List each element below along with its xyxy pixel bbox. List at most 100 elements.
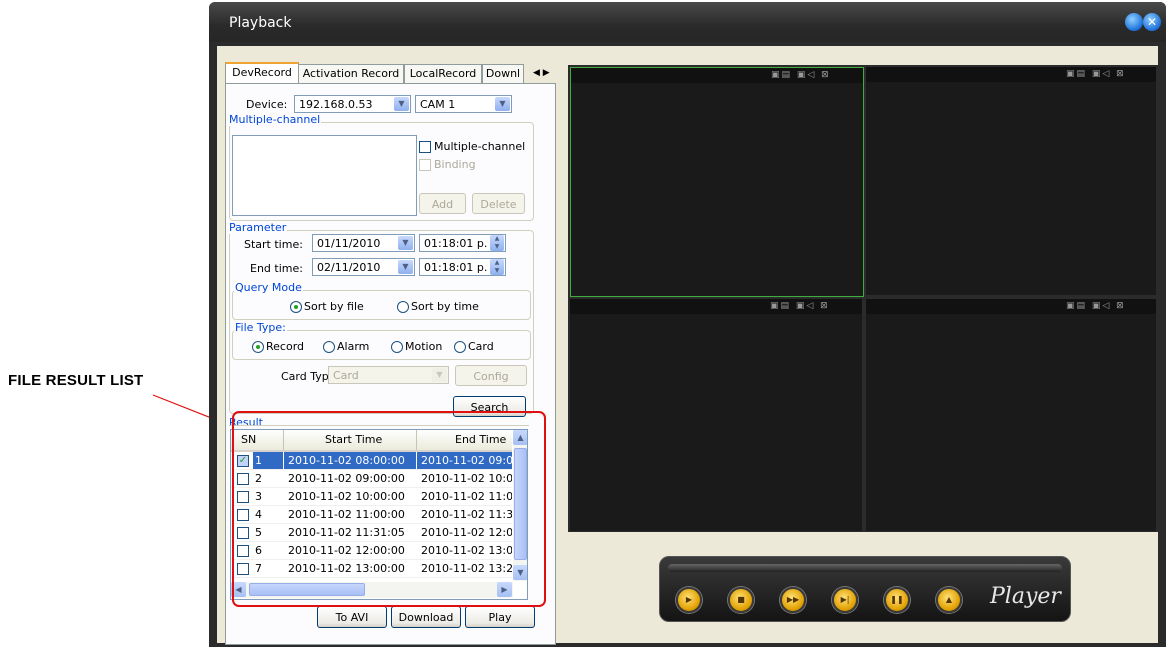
spinner-icon[interactable]: ▲ ▼ xyxy=(490,235,504,251)
result-header: SN Start Time End Time xyxy=(231,430,512,452)
row-checkbox[interactable] xyxy=(237,527,249,539)
video-pane-1[interactable]: ▣▤ ▣◁ ⊠ xyxy=(570,67,864,297)
close-icon[interactable]: ✕ xyxy=(1143,13,1161,31)
start-time-value: 01:18:01 p. xyxy=(424,237,488,250)
multichannel-checkbox[interactable] xyxy=(419,141,431,153)
card-type-value: Card xyxy=(333,369,359,382)
binding-checkbox[interactable] xyxy=(419,159,431,171)
table-row[interactable]: 6 2010-11-02 12:00:00 2010-11-02 13:0( xyxy=(231,542,512,560)
row-sn: 4 xyxy=(255,508,262,521)
fast-forward-icon[interactable]: ▶▶ xyxy=(780,587,806,613)
sort-by-file-radio[interactable] xyxy=(290,301,302,313)
horizontal-scroll-thumb[interactable] xyxy=(249,583,365,596)
download-button[interactable]: Download xyxy=(391,606,461,628)
device-label: Device: xyxy=(246,98,288,111)
parameter-group-label: Parameter xyxy=(228,221,288,234)
video-pane-3[interactable]: ▣▤ ▣◁ ⊠ xyxy=(570,299,862,531)
seek-bar[interactable] xyxy=(668,564,1062,572)
sort-by-file-label: Sort by file xyxy=(304,300,364,313)
column-header-end-time[interactable]: End Time xyxy=(455,433,506,446)
video-grid: ▣▤ ▣◁ ⊠ ▣▤ ▣◁ ⊠ ▣▤ ▣◁ ⊠ ▣▤ ▣◁ ⊠ xyxy=(568,65,1158,532)
tab-scroll-arrows[interactable]: ◀ ▶ xyxy=(533,64,553,82)
row-checkbox[interactable] xyxy=(237,509,249,521)
row-sn: 2 xyxy=(255,472,262,485)
spinner-icon[interactable]: ▲ ▼ xyxy=(490,259,504,275)
alarm-radio[interactable] xyxy=(323,341,335,353)
horizontal-scrollbar[interactable]: ◀ ▶ xyxy=(231,582,513,598)
row-checkbox[interactable] xyxy=(237,491,249,503)
device-select[interactable]: 192.168.0.53 ▼ xyxy=(294,95,411,113)
pane-toolbar: ▣▤ ▣◁ ⊠ xyxy=(571,68,863,83)
row-checkbox[interactable] xyxy=(237,563,249,575)
row-end-time: 2010-11-02 09:0( xyxy=(417,452,512,470)
table-row[interactable]: ✓ 1 2010-11-02 08:00:00 2010-11-02 09:0( xyxy=(231,452,512,470)
annotation-label: FILE RESULT LIST xyxy=(8,372,144,389)
pane-controls-icon[interactable]: ▣▤ ▣◁ ⊠ xyxy=(1066,69,1126,79)
result-list[interactable]: SN Start Time End Time ✓ 1 2010-11-02 08:0… xyxy=(230,429,528,600)
pane-controls-icon[interactable]: ▣▤ ▣◁ ⊠ xyxy=(770,301,830,311)
scroll-up-icon[interactable]: ▲ xyxy=(513,430,527,445)
restore-icon[interactable] xyxy=(1125,13,1143,31)
chevron-down-icon: ▼ xyxy=(495,97,510,111)
table-row[interactable]: 2 2010-11-02 09:00:00 2010-11-02 10:0( xyxy=(231,470,512,488)
camera-select[interactable]: CAM 1 ▼ xyxy=(415,95,512,113)
scroll-left-icon[interactable]: ◀ xyxy=(231,582,246,597)
step-icon[interactable]: ▶| xyxy=(832,587,858,613)
tab-download[interactable]: Downl xyxy=(482,64,524,83)
stop-icon[interactable]: ■ xyxy=(728,587,754,613)
playback-window: Playback ✕ DevRecord Activation Record L… xyxy=(209,2,1166,647)
tab-devrecord[interactable]: DevRecord xyxy=(225,62,299,85)
video-pane-2[interactable]: ▣▤ ▣◁ ⊠ xyxy=(866,67,1156,295)
card-type-select[interactable]: Card ▼ xyxy=(328,366,449,384)
pane-toolbar: ▣▤ ▣◁ ⊠ xyxy=(570,299,862,314)
eject-icon[interactable]: ▲ xyxy=(936,587,962,613)
table-row[interactable]: 5 2010-11-02 11:31:05 2010-11-02 12:0( xyxy=(231,524,512,542)
window-body: DevRecord Activation Record LocalRecord … xyxy=(217,46,1158,645)
motion-radio[interactable] xyxy=(391,341,403,353)
row-checkbox[interactable] xyxy=(237,473,249,485)
row-end-time: 2010-11-02 13:0( xyxy=(421,544,512,557)
row-checkbox[interactable]: ✓ xyxy=(237,455,249,467)
table-row[interactable]: 4 2010-11-02 11:00:00 2010-11-02 11:3: xyxy=(231,506,512,524)
search-button[interactable]: Search xyxy=(453,396,526,417)
play-button[interactable]: Play xyxy=(465,606,535,628)
tab-localrecord[interactable]: LocalRecord xyxy=(404,64,482,83)
end-time-field[interactable]: 01:18:01 p. ▲ ▼ xyxy=(419,258,506,276)
alarm-label: Alarm xyxy=(337,340,370,353)
row-checkbox[interactable] xyxy=(237,545,249,557)
play-icon[interactable]: ▶ xyxy=(676,587,702,613)
pause-icon[interactable]: ❚❚ xyxy=(884,587,910,613)
channel-list[interactable] xyxy=(232,135,417,216)
column-header-sn[interactable]: SN xyxy=(241,433,256,446)
start-time-field[interactable]: 01:18:01 p. ▲ ▼ xyxy=(419,234,506,252)
table-row[interactable]: 3 2010-11-02 10:00:00 2010-11-02 11:0( xyxy=(231,488,512,506)
start-date-value: 01/11/2010 xyxy=(317,237,381,250)
config-button[interactable]: Config xyxy=(455,365,527,386)
column-header-start-time[interactable]: Start Time xyxy=(325,433,382,446)
to-avi-button[interactable]: To AVI xyxy=(317,606,387,628)
device-value: 192.168.0.53 xyxy=(299,98,373,111)
pane-controls-icon[interactable]: ▣▤ ▣◁ ⊠ xyxy=(771,70,831,80)
result-group-label: Result xyxy=(228,416,264,429)
query-mode-group-label: Query Mode xyxy=(234,281,303,294)
tab-activation-record[interactable]: Activation Record xyxy=(298,64,404,83)
record-radio[interactable] xyxy=(252,341,264,353)
pane-toolbar: ▣▤ ▣◁ ⊠ xyxy=(866,299,1156,314)
chevron-down-icon: ▼ xyxy=(432,368,447,382)
player-logo: Player xyxy=(990,584,1061,609)
row-end-time: 2010-11-02 11:0( xyxy=(421,490,512,503)
start-date-picker[interactable]: 01/11/2010 ▼ xyxy=(312,234,415,252)
pane-controls-icon[interactable]: ▣▤ ▣◁ ⊠ xyxy=(1066,301,1126,311)
row-start-time: 2010-11-02 12:00:00 xyxy=(288,544,405,557)
vertical-scrollbar[interactable]: ▲ ▼ xyxy=(513,430,527,581)
delete-button[interactable]: Delete xyxy=(472,193,525,214)
card-radio[interactable] xyxy=(454,341,466,353)
scroll-down-icon[interactable]: ▼ xyxy=(513,565,527,580)
table-row[interactable]: 7 2010-11-02 13:00:00 2010-11-02 13:2: xyxy=(231,560,512,578)
vertical-scroll-thumb[interactable] xyxy=(514,448,527,560)
end-date-picker[interactable]: 02/11/2010 ▼ xyxy=(312,258,415,276)
sort-by-time-radio[interactable] xyxy=(397,301,409,313)
add-button[interactable]: Add xyxy=(419,193,466,214)
scroll-right-icon[interactable]: ▶ xyxy=(497,582,512,597)
video-pane-4[interactable]: ▣▤ ▣◁ ⊠ xyxy=(866,299,1156,531)
